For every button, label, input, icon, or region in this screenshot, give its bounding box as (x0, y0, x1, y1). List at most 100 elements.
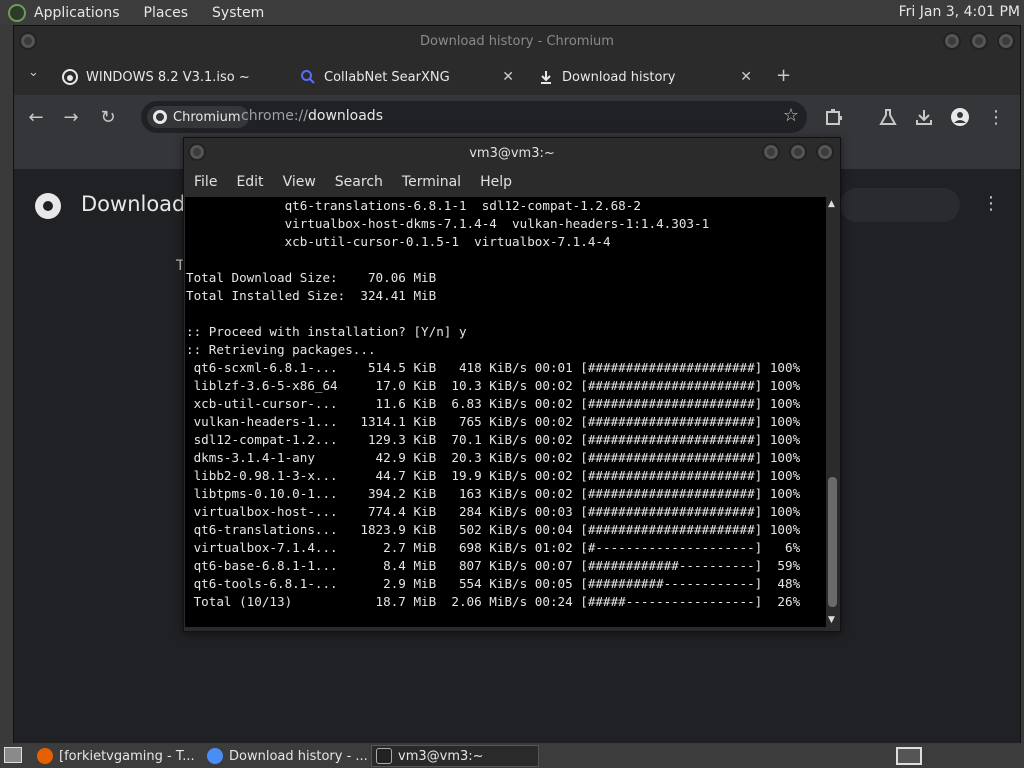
terminal-menubar: File Edit View Search Terminal Help (184, 168, 840, 196)
profile-avatar-icon[interactable] (948, 105, 972, 129)
terminal-scrollbar[interactable]: ▲ ▼ (826, 197, 840, 627)
tab-label: WINDOWS 8.2 V3.1.iso ~ pix (86, 69, 252, 85)
top-panel: Applications Places System Fri Jan 3, 4:… (0, 0, 1024, 25)
chromium-logo-icon (35, 193, 61, 219)
tab-label: Download history (562, 69, 676, 85)
tab-label: CollabNet SearXNG (324, 69, 450, 85)
scroll-down-icon[interactable]: ▼ (828, 615, 835, 625)
terminal-output[interactable]: qt6-translations-6.8.1-1 sdl12-compat-1.… (185, 197, 826, 627)
close-tab-icon[interactable]: ✕ (740, 69, 752, 85)
window-titlebar[interactable]: Download history - Chromium (14, 26, 1020, 57)
terminal-line: Total Installed Size: 324.41 MiB (186, 288, 437, 303)
terminal-line: Total Download Size: 70.06 MiB (186, 270, 437, 285)
site-info-chip[interactable]: Chromium (147, 106, 249, 128)
github-icon (62, 69, 78, 85)
bookmark-star-icon[interactable]: ☆ (783, 105, 799, 126)
terminal-icon (376, 748, 392, 764)
address-bar[interactable]: Chromium chrome://downloads ☆ (141, 101, 807, 133)
terminal-line: liblzf-3.6-5-x86_64 17.0 KiB 10.3 KiB/s … (186, 378, 801, 393)
terminal-line: dkms-3.1.4-1-any 42.9 KiB 20.3 KiB/s 00:… (186, 450, 801, 465)
tab-windows-iso[interactable]: WINDOWS 8.2 V3.1.iso ~ pix (62, 61, 288, 93)
chromium-icon (207, 748, 223, 764)
tab-searxng[interactable]: CollabNet SearXNG ✕ (300, 61, 514, 93)
url-host: downloads (308, 108, 383, 124)
terminal-maximize-button[interactable] (789, 143, 807, 161)
terminal-titlebar[interactable]: vm3@vm3:~ (184, 138, 840, 168)
maximize-button[interactable] (970, 32, 988, 50)
url-text[interactable]: chrome://downloads (241, 108, 383, 124)
task-label: vm3@vm3:~ (398, 748, 484, 764)
clock[interactable]: Fri Jan 3, 4:01 PM (899, 4, 1020, 20)
window-title: Download history - Chromium (420, 34, 614, 49)
close-tab-icon[interactable]: ✕ (502, 69, 514, 85)
terminal-line: xcb-util-cursor-... 11.6 KiB 6.83 KiB/s … (186, 396, 801, 411)
menu-applications[interactable]: Applications (34, 5, 120, 21)
terminal-line: sdl12-compat-1.2... 129.3 KiB 70.1 KiB/s… (186, 432, 801, 447)
tab-strip: ⌄ WINDOWS 8.2 V3.1.iso ~ pix CollabNet S… (14, 57, 1020, 95)
terminal-title: vm3@vm3:~ (469, 145, 555, 161)
terminal-line: :: Proceed with installation? [Y/n] y (186, 324, 467, 339)
scrollbar-thumb[interactable] (828, 477, 837, 607)
terminal-line: libtpms-0.10.0-1... 394.2 KiB 163 KiB/s … (186, 486, 801, 501)
downloads-icon[interactable] (912, 105, 936, 129)
window-menu-button[interactable] (19, 32, 37, 50)
search-icon (300, 69, 316, 85)
extensions-icon[interactable] (822, 105, 846, 129)
back-icon[interactable]: ← (24, 105, 48, 129)
terminal-line: Total (10/13) 18.7 MiB 2.06 MiB/s 00:24 … (186, 594, 801, 609)
new-tab-icon[interactable]: + (776, 65, 791, 86)
tab-search-icon[interactable]: ⌄ (28, 65, 39, 80)
menu-help[interactable]: Help (480, 174, 512, 190)
labs-flask-icon[interactable] (876, 105, 900, 129)
workspace-switcher[interactable] (896, 747, 922, 765)
search-downloads-input[interactable] (840, 188, 960, 222)
terminal-minimize-button[interactable] (762, 143, 780, 161)
forward-icon[interactable]: → (59, 105, 83, 129)
menu-view[interactable]: View (283, 174, 316, 190)
terminal-line: qt6-translations-6.8.1-1 sdl12-compat-1.… (186, 198, 641, 213)
minimize-button[interactable] (943, 32, 961, 50)
menu-file[interactable]: File (194, 174, 217, 190)
menu-terminal[interactable]: Terminal (402, 174, 461, 190)
taskbar: [forkietvgaming - T... Download history … (0, 744, 1024, 768)
terminal-line: virtualbox-host-dkms-7.1.4-4 vulkan-head… (186, 216, 710, 231)
task-firefox[interactable]: [forkietvgaming - T... (33, 745, 199, 767)
terminal-line: vulkan-headers-1... 1314.1 KiB 765 KiB/s… (186, 414, 801, 429)
chromium-icon (153, 110, 167, 124)
menu-search[interactable]: Search (335, 174, 383, 190)
download-icon (538, 69, 554, 85)
terminal-line: qt6-base-6.8.1-1... 8.4 MiB 807 KiB/s 00… (186, 558, 801, 573)
close-button[interactable] (997, 32, 1015, 50)
task-label: Download history - ... (229, 748, 368, 764)
terminal-menu-button[interactable] (188, 143, 206, 161)
terminal-close-button[interactable] (816, 143, 834, 161)
menu-places[interactable]: Places (144, 5, 189, 21)
more-actions-icon[interactable]: ⋮ (982, 193, 1000, 214)
menu-system[interactable]: System (212, 5, 264, 21)
chrome-menu-icon[interactable]: ⋮ (984, 105, 1008, 129)
firefox-icon (37, 748, 53, 764)
toolbar: ← → ↻ Chromium chrome://downloads ☆ ⋮ (14, 95, 1020, 139)
scroll-up-icon[interactable]: ▲ (828, 199, 835, 209)
page-title: Download (81, 192, 186, 216)
terminal-line: qt6-tools-6.8.1-... 2.9 MiB 554 KiB/s 00… (186, 576, 801, 591)
tab-download-history[interactable]: Download history ✕ (538, 61, 752, 93)
terminal-line: libb2-0.98.1-3-x... 44.7 KiB 19.9 KiB/s … (186, 468, 801, 483)
task-chromium[interactable]: Download history - ... (203, 745, 369, 767)
menu-edit[interactable]: Edit (236, 174, 263, 190)
terminal-window: vm3@vm3:~ File Edit View Search Terminal… (183, 137, 841, 632)
terminal-line: virtualbox-7.1.4... 2.7 MiB 698 KiB/s 01… (186, 540, 801, 555)
show-desktop-icon[interactable] (4, 747, 22, 763)
terminal-line: virtualbox-host-... 774.4 KiB 284 KiB/s … (186, 504, 801, 519)
url-scheme: chrome:// (241, 108, 308, 124)
reload-icon[interactable]: ↻ (96, 105, 120, 129)
terminal-line: xcb-util-cursor-0.1.5-1 virtualbox-7.1.4… (186, 234, 611, 249)
applications-menu-icon[interactable] (8, 3, 26, 22)
terminal-line: qt6-scxml-6.8.1-... 514.5 KiB 418 KiB/s … (186, 360, 801, 375)
terminal-line: qt6-translations... 1823.9 KiB 502 KiB/s… (186, 522, 801, 537)
task-label: [forkietvgaming - T... (59, 748, 195, 764)
chip-label: Chromium (173, 109, 241, 125)
task-terminal[interactable]: vm3@vm3:~ (371, 745, 539, 767)
